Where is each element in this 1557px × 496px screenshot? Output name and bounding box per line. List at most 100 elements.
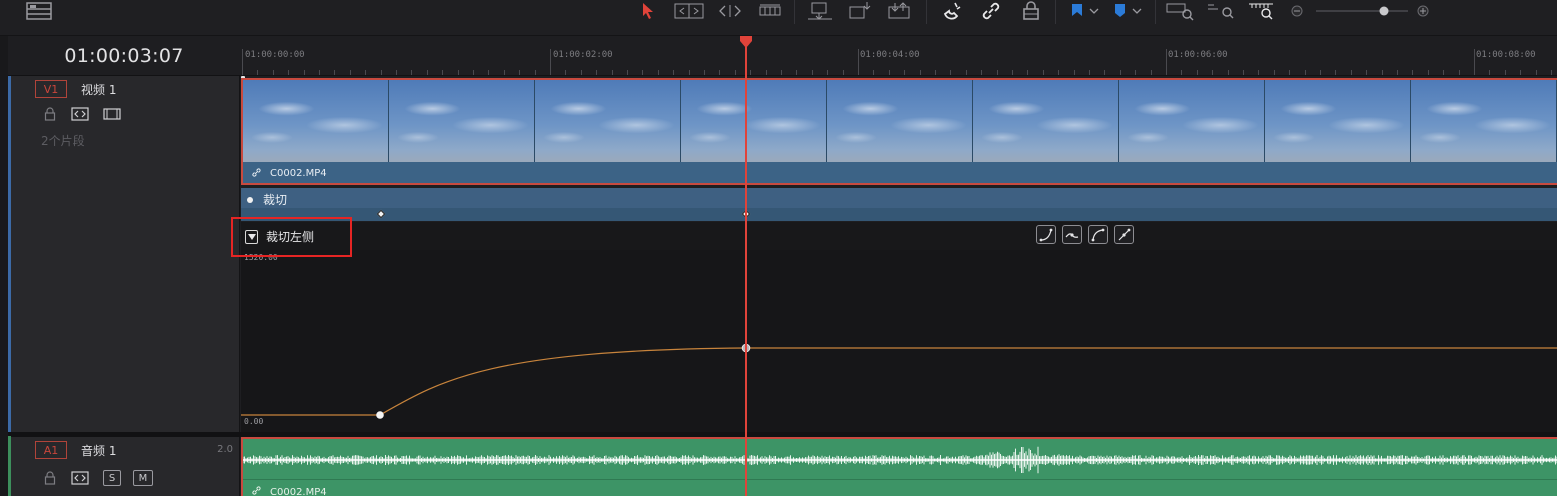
lock-icon[interactable] xyxy=(43,107,57,121)
ruler-tick xyxy=(1474,49,1475,75)
zoom-out-icon[interactable] xyxy=(1290,0,1304,22)
marker-dropdown[interactable] xyxy=(1109,0,1145,22)
ruler-tick xyxy=(534,70,536,75)
playhead-handle[interactable] xyxy=(738,36,754,48)
ruler-tick xyxy=(1058,70,1060,75)
ruler-tick xyxy=(1489,70,1491,75)
snapping-icon[interactable] xyxy=(940,0,964,22)
auto-track-select-icon[interactable] xyxy=(71,471,89,485)
solo-button[interactable]: S xyxy=(103,470,121,486)
ruler-tick xyxy=(965,70,967,75)
blade-edit-icon[interactable] xyxy=(757,0,783,22)
audio-clip-name: C0002.MP4 xyxy=(270,486,327,496)
dynamic-trim-icon[interactable] xyxy=(716,0,744,22)
toolbar-divider xyxy=(926,0,927,24)
thumbnail-frame xyxy=(1265,80,1411,162)
clip-thumbnails xyxy=(243,80,1557,162)
curve-keyframe-point xyxy=(376,411,384,419)
ruler-tick xyxy=(827,70,829,75)
audio-clip-name-bar: C0002.MP4 xyxy=(251,485,327,496)
ruler-tick xyxy=(1443,70,1445,75)
zoom-in-icon[interactable] xyxy=(1416,0,1430,22)
ruler-tick xyxy=(1227,70,1229,75)
ruler-tick xyxy=(1412,70,1414,75)
track-color-edge xyxy=(0,36,8,496)
ruler-tick xyxy=(442,70,444,75)
zoom-custom-icon[interactable] xyxy=(1247,0,1277,22)
video-track-name[interactable]: 视频 1 xyxy=(81,81,116,98)
ruler-tick xyxy=(519,70,521,75)
timeline-ruler[interactable]: 01:00:00:00 01:00:02:00 01:00:04:00 01:0… xyxy=(240,36,1557,76)
ruler-tick xyxy=(1181,70,1183,75)
linear-interp-icon[interactable] xyxy=(1114,225,1134,244)
value-curve xyxy=(241,347,1557,416)
replace-clip-icon[interactable] xyxy=(884,0,914,22)
mute-button[interactable]: M xyxy=(133,470,153,486)
ruler-label: 01:00:08:00 xyxy=(1476,50,1536,60)
timeline-toolbar xyxy=(0,0,1557,36)
ruler-tick xyxy=(503,70,505,75)
video-track-id[interactable]: V1 xyxy=(35,80,67,98)
playhead-line[interactable] xyxy=(745,44,747,496)
annotation-highlight-box xyxy=(231,217,352,257)
ruler-tick xyxy=(1166,49,1167,75)
ruler-tick xyxy=(858,49,859,75)
zoom-slider[interactable] xyxy=(1316,0,1408,22)
audio-clip[interactable]: C0002.MP4 xyxy=(241,437,1557,496)
timecode-display[interactable]: 01:00:03:07 xyxy=(8,36,240,76)
thumbnail-frame xyxy=(681,80,827,162)
thumbnail-frame xyxy=(827,80,973,162)
ruler-tick xyxy=(426,70,428,75)
ruler-tick xyxy=(796,70,798,75)
ruler-tick xyxy=(1304,70,1306,75)
ruler-tick xyxy=(842,70,844,75)
flag-dropdown[interactable] xyxy=(1066,0,1102,22)
ruler-tick xyxy=(734,70,736,75)
ruler-tick xyxy=(950,70,952,75)
trim-edit-icon[interactable] xyxy=(673,0,705,22)
ruler-tick xyxy=(1520,70,1522,75)
ease-in-icon[interactable] xyxy=(1036,225,1056,244)
ruler-tick xyxy=(765,70,767,75)
zoom-detail-icon[interactable] xyxy=(1206,0,1236,22)
linked-selection-icon[interactable] xyxy=(979,0,1003,22)
selection-tool-icon[interactable] xyxy=(638,0,658,22)
ease-out-icon[interactable] xyxy=(1062,225,1082,244)
video-clip[interactable]: C0002.MP4 xyxy=(241,78,1557,185)
audio-track-id[interactable]: A1 xyxy=(35,441,67,459)
overwrite-clip-icon[interactable] xyxy=(847,0,873,22)
ruler-tick xyxy=(750,70,752,75)
ruler-tick xyxy=(673,70,675,75)
ruler-tick xyxy=(1458,70,1460,75)
position-lock-icon[interactable] xyxy=(1019,0,1043,22)
ruler-tick xyxy=(272,70,274,75)
ruler-tick xyxy=(488,70,490,75)
ease-in-out-icon[interactable] xyxy=(1088,225,1108,244)
ruler-tick xyxy=(1212,70,1214,75)
ruler-tick xyxy=(334,70,336,75)
ruler-label: 01:00:06:00 xyxy=(1168,50,1228,60)
layout-options-icon[interactable] xyxy=(24,0,54,22)
audio-track-header: A1 音频 1 2.0 S M xyxy=(11,437,240,496)
ruler-tick xyxy=(627,70,628,75)
ruler-tick xyxy=(257,70,259,75)
ruler-tick xyxy=(611,70,613,75)
insert-clip-icon[interactable] xyxy=(805,0,835,22)
audio-track-name[interactable]: 音频 1 xyxy=(81,442,116,459)
auto-track-select-icon[interactable] xyxy=(71,107,89,121)
ruler-tick xyxy=(596,70,598,75)
ruler-tick xyxy=(288,70,290,75)
keyframe-track[interactable]: 裁切 xyxy=(241,188,1557,221)
ruler-tick xyxy=(1335,70,1337,75)
ruler-tick xyxy=(888,70,890,75)
ruler-tick xyxy=(919,70,921,75)
curve-graph[interactable]: 1520.00 0.00 xyxy=(241,250,1557,432)
zoom-full-icon[interactable] xyxy=(1165,0,1195,22)
ruler-tick xyxy=(811,70,813,75)
clip-name-bar: C0002.MP4 xyxy=(243,162,1557,183)
ruler-tick xyxy=(719,70,721,75)
ruler-tick xyxy=(1027,70,1029,75)
disable-video-track-icon[interactable] xyxy=(103,107,121,121)
lock-icon[interactable] xyxy=(43,471,57,485)
ruler-label: 01:00:00:00 xyxy=(245,50,305,60)
